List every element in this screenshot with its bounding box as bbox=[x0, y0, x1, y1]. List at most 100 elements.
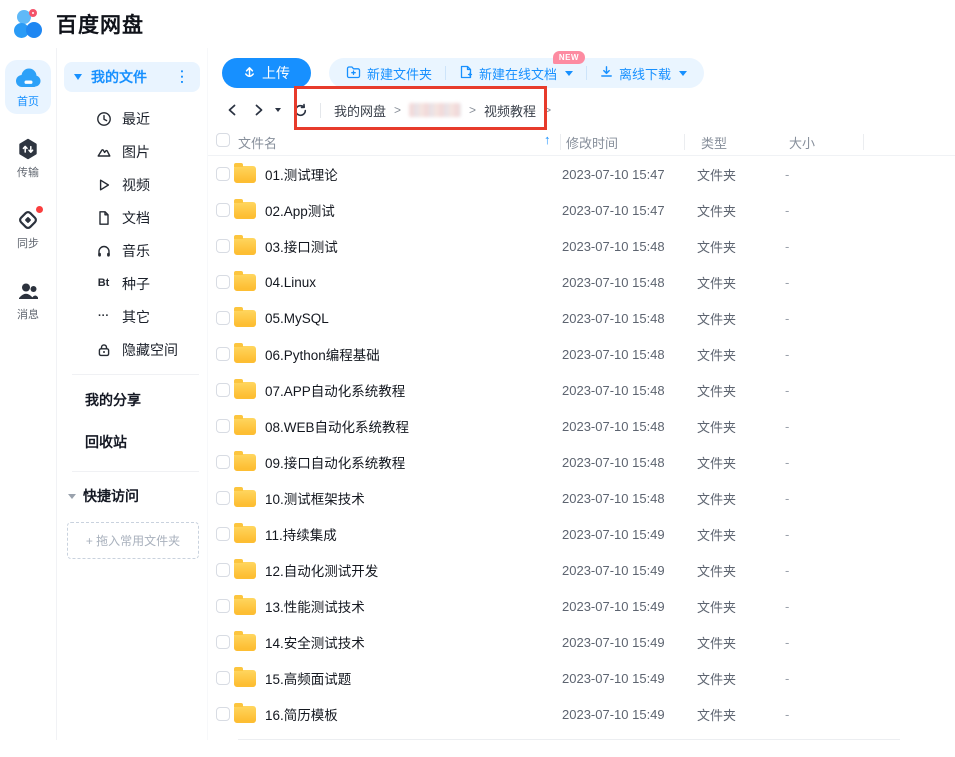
sidebar-label-documents: 文档 bbox=[122, 208, 150, 228]
upload-button[interactable]: 上传 bbox=[222, 58, 311, 88]
file-name[interactable]: 09.接口自动化系统教程 bbox=[265, 452, 562, 472]
row-checkbox[interactable] bbox=[216, 347, 230, 361]
row-checkbox[interactable] bbox=[216, 491, 230, 505]
new-online-doc-button[interactable]: NEW 新建在线文档 bbox=[459, 64, 573, 83]
file-row[interactable]: 01.测试理论 2023-07-10 15:47 文件夹 - bbox=[208, 156, 955, 192]
file-row[interactable]: 06.Python编程基础 2023-07-10 15:48 文件夹 - bbox=[208, 336, 955, 372]
file-name[interactable]: 11.持续集成 bbox=[265, 524, 562, 544]
sidebar-item-bt-seeds[interactable]: Bt 种子 bbox=[57, 267, 207, 300]
row-checkbox[interactable] bbox=[216, 203, 230, 217]
file-name[interactable]: 04.Linux bbox=[265, 275, 562, 290]
file-name[interactable]: 10.测试框架技术 bbox=[265, 488, 562, 508]
file-row[interactable]: 12.自动化测试开发 2023-07-10 15:49 文件夹 - bbox=[208, 552, 955, 588]
rail-item-sync[interactable]: 同步 bbox=[5, 202, 51, 256]
file-row[interactable]: 07.APP自动化系统教程 2023-07-10 15:48 文件夹 - bbox=[208, 372, 955, 408]
row-checkbox[interactable] bbox=[216, 563, 230, 577]
file-row[interactable]: 08.WEB自动化系统教程 2023-07-10 15:48 文件夹 - bbox=[208, 408, 955, 444]
row-checkbox[interactable] bbox=[216, 527, 230, 541]
new-folder-button[interactable]: 新建文件夹 bbox=[346, 64, 432, 83]
row-checkbox[interactable] bbox=[216, 275, 230, 289]
column-header-type[interactable]: 类型 bbox=[701, 133, 727, 152]
file-row[interactable]: 09.接口自动化系统教程 2023-07-10 15:48 文件夹 - bbox=[208, 444, 955, 480]
drag-folder-drop-zone[interactable]: + 拖入常用文件夹 bbox=[67, 522, 199, 559]
file-row[interactable]: 04.Linux 2023-07-10 15:48 文件夹 - bbox=[208, 264, 955, 300]
file-name[interactable]: 03.接口测试 bbox=[265, 236, 562, 256]
kebab-menu-icon[interactable]: ··· bbox=[175, 69, 190, 85]
file-row[interactable]: 10.测试框架技术 2023-07-10 15:48 文件夹 - bbox=[208, 480, 955, 516]
file-name[interactable]: 01.测试理论 bbox=[265, 164, 562, 184]
file-name[interactable]: 02.App测试 bbox=[265, 200, 562, 220]
sidebar-item-my-files[interactable]: 我的文件 ··· bbox=[64, 62, 200, 92]
back-button[interactable] bbox=[226, 103, 238, 117]
file-name[interactable]: 16.简历模板 bbox=[265, 704, 562, 724]
history-dropdown-icon[interactable] bbox=[275, 108, 281, 112]
folder-icon bbox=[234, 274, 256, 291]
row-checkbox[interactable] bbox=[216, 419, 230, 433]
clock-icon bbox=[95, 110, 112, 127]
offline-download-label: 离线下载 bbox=[619, 64, 671, 83]
baidu-netdisk-logo-icon bbox=[13, 9, 47, 39]
panel-bottom-border bbox=[238, 739, 900, 740]
row-checkbox[interactable] bbox=[216, 707, 230, 721]
sidebar-item-recycle-bin[interactable]: 回收站 bbox=[57, 421, 207, 463]
sidebar-item-videos[interactable]: 视频 bbox=[57, 168, 207, 201]
sidebar-item-documents[interactable]: 文档 bbox=[57, 201, 207, 234]
breadcrumb-redacted-item[interactable] bbox=[409, 103, 461, 117]
file-row[interactable]: 15.高频面试题 2023-07-10 15:49 文件夹 - bbox=[208, 660, 955, 696]
toolbar-group: 新建文件夹 NEW 新建在线文档 离线下载 bbox=[329, 58, 704, 88]
file-name[interactable]: 13.性能测试技术 bbox=[265, 596, 562, 616]
file-name[interactable]: 08.WEB自动化系统教程 bbox=[265, 416, 562, 436]
file-row[interactable]: 05.MySQL 2023-07-10 15:48 文件夹 - bbox=[208, 300, 955, 336]
file-name[interactable]: 14.安全测试技术 bbox=[265, 632, 562, 652]
file-type: 文件夹 bbox=[697, 453, 785, 472]
file-size: - bbox=[785, 383, 859, 398]
refresh-button[interactable] bbox=[293, 103, 308, 118]
row-checkbox[interactable] bbox=[216, 455, 230, 469]
sidebar-item-my-shares[interactable]: 我的分享 bbox=[57, 379, 207, 421]
sidebar-item-recent[interactable]: 最近 bbox=[57, 102, 207, 135]
forward-button[interactable] bbox=[253, 103, 265, 117]
row-checkbox[interactable] bbox=[216, 311, 230, 325]
row-checkbox[interactable] bbox=[216, 239, 230, 253]
rail-item-home[interactable]: 首页 bbox=[5, 60, 51, 114]
file-size: - bbox=[785, 707, 859, 722]
file-name[interactable]: 05.MySQL bbox=[265, 311, 562, 326]
file-modified-time: 2023-07-10 15:49 bbox=[562, 671, 697, 686]
breadcrumb-root[interactable]: 我的网盘 bbox=[334, 101, 386, 120]
file-name[interactable]: 15.高频面试题 bbox=[265, 668, 562, 688]
row-checkbox[interactable] bbox=[216, 383, 230, 397]
file-row[interactable]: 11.持续集成 2023-07-10 15:49 文件夹 - bbox=[208, 516, 955, 552]
file-name[interactable]: 12.自动化测试开发 bbox=[265, 560, 562, 580]
file-name[interactable]: 07.APP自动化系统教程 bbox=[265, 380, 562, 400]
sidebar-item-quick-access[interactable]: 快捷访问 bbox=[57, 476, 207, 516]
sidebar-item-pictures[interactable]: 图片 bbox=[57, 135, 207, 168]
file-type: 文件夹 bbox=[697, 561, 785, 580]
offline-download-button[interactable]: 离线下载 bbox=[600, 64, 687, 83]
file-row[interactable]: 13.性能测试技术 2023-07-10 15:49 文件夹 - bbox=[208, 588, 955, 624]
column-header-size[interactable]: 大小 bbox=[789, 133, 815, 152]
chevron-down-icon bbox=[74, 74, 82, 80]
file-row[interactable]: 02.App测试 2023-07-10 15:47 文件夹 - bbox=[208, 192, 955, 228]
row-checkbox[interactable] bbox=[216, 671, 230, 685]
sidebar-item-other[interactable]: ··· 其它 bbox=[57, 300, 207, 333]
rail-item-transfer[interactable]: 传输 bbox=[5, 131, 51, 185]
sidebar-label-videos: 视频 bbox=[122, 175, 150, 195]
file-type: 文件夹 bbox=[697, 237, 785, 256]
folder-icon bbox=[234, 634, 256, 651]
rail-label-home: 首页 bbox=[17, 93, 39, 109]
sidebar-item-music[interactable]: 音乐 bbox=[57, 234, 207, 267]
breadcrumb-current[interactable]: 视频教程 bbox=[484, 101, 536, 120]
file-row[interactable]: 14.安全测试技术 2023-07-10 15:49 文件夹 - bbox=[208, 624, 955, 660]
sort-ascending-icon[interactable]: ↑ bbox=[544, 132, 551, 147]
column-header-name[interactable]: 文件名 bbox=[238, 133, 277, 152]
file-name[interactable]: 06.Python编程基础 bbox=[265, 344, 562, 364]
file-row[interactable]: 16.简历模板 2023-07-10 15:49 文件夹 - bbox=[208, 696, 955, 732]
row-checkbox[interactable] bbox=[216, 167, 230, 181]
row-checkbox[interactable] bbox=[216, 599, 230, 613]
sidebar-item-hidden-space[interactable]: 隐藏空间 bbox=[57, 333, 207, 366]
rail-item-messages[interactable]: 消息 bbox=[5, 273, 51, 327]
row-checkbox[interactable] bbox=[216, 635, 230, 649]
file-row[interactable]: 03.接口测试 2023-07-10 15:48 文件夹 - bbox=[208, 228, 955, 264]
column-header-modified[interactable]: 修改时间 bbox=[566, 133, 618, 152]
select-all-checkbox[interactable] bbox=[216, 133, 230, 147]
